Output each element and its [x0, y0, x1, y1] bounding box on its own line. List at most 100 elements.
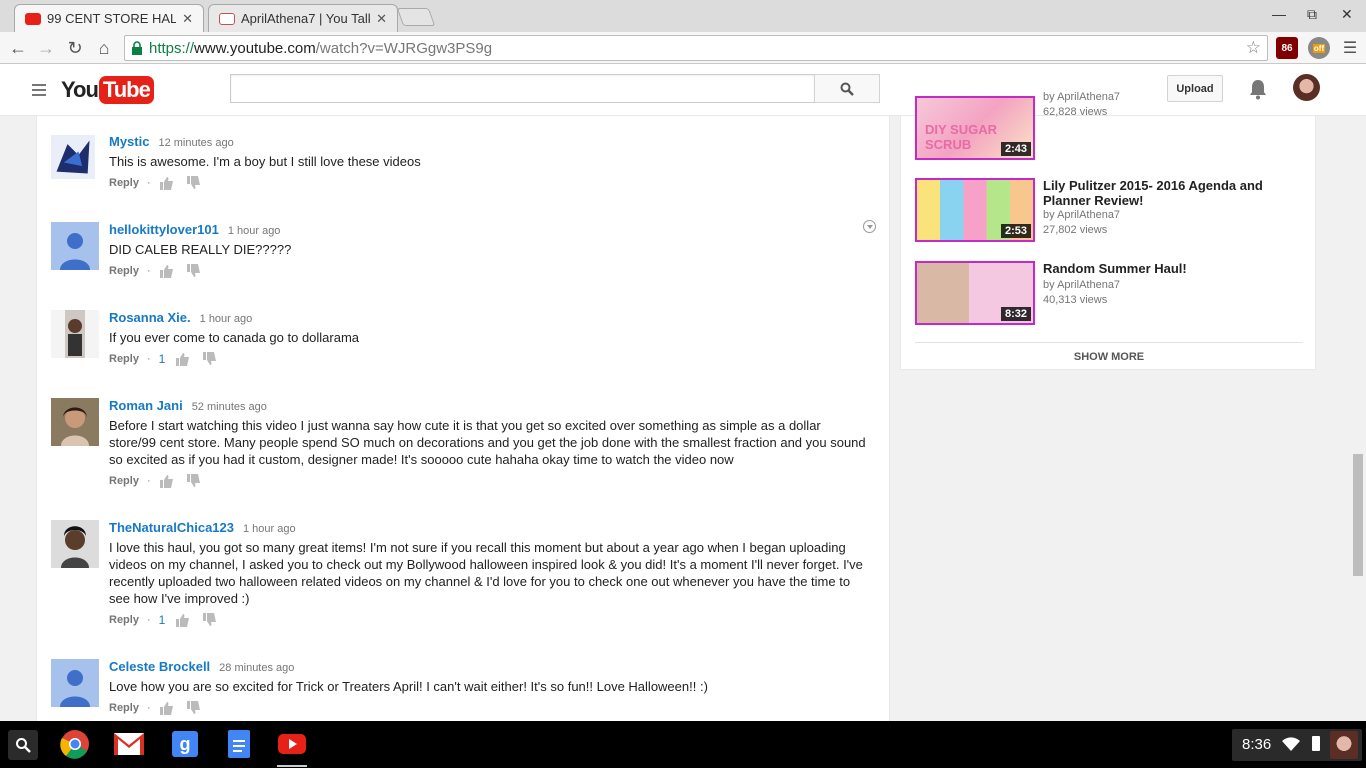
related-video-item[interactable]: DIY SUGAR SCRUB 2:43 by AprilAthena7 62,… — [915, 91, 1305, 162]
video-duration: 2:43 — [1000, 142, 1031, 156]
gmail-app-glyph — [114, 733, 144, 755]
search-icon — [840, 82, 854, 96]
bookmark-star-icon[interactable]: ☆ — [1246, 38, 1261, 58]
search-button[interactable] — [814, 74, 880, 103]
comments-section: Mystic 12 minutes ago This is awesome. I'… — [36, 116, 890, 721]
video-channel[interactable]: by AprilAthena7 — [1043, 208, 1293, 223]
docs-icon[interactable] — [224, 729, 254, 759]
comment-time[interactable]: 1 hour ago — [243, 523, 296, 535]
video-channel[interactable]: by AprilAthena7 — [1043, 90, 1293, 105]
comment-author[interactable]: Roman Jani — [109, 398, 183, 413]
avatar[interactable] — [51, 520, 99, 568]
youtube-favicon-icon — [25, 12, 41, 25]
comment-time[interactable]: 1 hour ago — [228, 225, 281, 237]
thumbs-down-icon[interactable] — [186, 701, 201, 715]
extension-off-icon[interactable]: off — [1308, 37, 1330, 59]
reload-icon[interactable]: ↻ — [63, 36, 87, 60]
thumbs-down-icon[interactable] — [202, 352, 217, 366]
status-tray[interactable]: 8:36 — [1232, 729, 1362, 761]
comment-text: If you ever come to canada go to dollara… — [109, 330, 360, 345]
show-more-button[interactable]: SHOW MORE — [915, 342, 1303, 363]
battery-icon — [1312, 736, 1320, 751]
comment-author[interactable]: Rosanna Xie. — [109, 310, 191, 325]
forward-icon[interactable]: → — [34, 36, 58, 60]
comment-time[interactable]: 52 minutes ago — [192, 401, 267, 413]
back-icon[interactable]: ← — [6, 36, 30, 60]
guide-menu-icon[interactable] — [32, 84, 46, 96]
browser-tab-strip: 99 CENT STORE HALLOWEEN ✕ AprilAthena7 |… — [0, 0, 1366, 32]
thumbs-up-icon[interactable] — [159, 176, 174, 190]
url-scheme: https:// — [149, 39, 195, 57]
video-thumbnail[interactable]: 2:53 — [915, 178, 1035, 242]
related-video-item[interactable]: 8:32 Random Summer Haul! by AprilAthena7… — [915, 261, 1305, 327]
scrollbar-thumb[interactable] — [1353, 454, 1363, 576]
avatar[interactable] — [51, 222, 99, 270]
chrome-menu-icon[interactable]: ☰ — [1338, 36, 1362, 60]
separator-dot: · — [146, 177, 151, 189]
thumbs-up-icon[interactable] — [159, 474, 174, 488]
video-title[interactable]: Lily Pulitzer 2015- 2016 Agenda and Plan… — [1043, 178, 1293, 208]
ublock-count: 86 — [1281, 42, 1293, 54]
comment-menu-icon[interactable] — [863, 220, 876, 233]
reply-button[interactable]: Reply — [109, 265, 139, 277]
gmail-icon[interactable] — [114, 729, 144, 759]
thumbs-up-icon[interactable] — [175, 613, 190, 627]
window-close-icon[interactable]: ✕ — [1341, 6, 1353, 23]
video-title[interactable]: Random Summer Haul! — [1043, 261, 1293, 276]
thumbs-down-icon[interactable] — [186, 264, 201, 278]
ublock-icon[interactable]: 86 — [1276, 37, 1298, 59]
launcher-search-icon[interactable] — [8, 730, 38, 760]
thumbs-up-icon[interactable] — [159, 701, 174, 715]
chrome-icon[interactable] — [60, 729, 90, 759]
google-search-icon[interactable]: g — [170, 729, 200, 759]
tab-youtube[interactable]: 99 CENT STORE HALLOWEEN ✕ — [14, 4, 204, 32]
video-views: 40,313 views — [1043, 294, 1108, 306]
separator-dot: · — [146, 353, 151, 365]
thumbs-down-icon[interactable] — [202, 613, 217, 627]
related-video-item[interactable]: 2:53 Lily Pulitzer 2015- 2016 Agenda and… — [915, 178, 1305, 244]
separator-dot: · — [146, 702, 151, 714]
comment-text: Love how you are so excited for Trick or… — [109, 679, 708, 694]
url-path: /watch?v=WJRGgw3PS9g — [315, 39, 493, 57]
search-input[interactable] — [230, 74, 815, 103]
google-g-glyph: g — [172, 731, 198, 757]
video-thumbnail[interactable]: 8:32 — [915, 261, 1035, 325]
comment-author[interactable]: hellokittylover101 — [109, 222, 219, 237]
reply-button[interactable]: Reply — [109, 702, 139, 714]
thumbs-down-icon[interactable] — [186, 176, 201, 190]
video-duration: 2:53 — [1000, 224, 1031, 238]
thumbs-down-icon[interactable] — [186, 474, 201, 488]
video-channel[interactable]: by AprilAthena7 — [1043, 278, 1293, 293]
reply-button[interactable]: Reply — [109, 353, 139, 365]
page-scrollbar[interactable] — [1350, 116, 1366, 721]
maximize-icon[interactable]: ⧉ — [1307, 6, 1317, 23]
comment-author[interactable]: Mystic — [109, 134, 149, 149]
comment-time[interactable]: 1 hour ago — [200, 313, 253, 325]
reply-button[interactable]: Reply — [109, 475, 139, 487]
like-count: 1 — [158, 613, 166, 627]
comment-author[interactable]: Celeste Brockell — [109, 659, 210, 674]
new-tab-button[interactable] — [396, 8, 436, 26]
close-icon[interactable]: ✕ — [182, 11, 193, 27]
close-icon[interactable]: ✕ — [376, 11, 387, 27]
comment-text: I love this haul, you got so many great … — [109, 540, 863, 606]
tab-aprilathena[interactable]: AprilAthena7 | You Talk To ✕ — [208, 4, 398, 32]
minimize-icon[interactable]: — — [1272, 6, 1286, 22]
reply-button[interactable]: Reply — [109, 177, 139, 189]
avatar[interactable] — [51, 135, 95, 179]
comment-time[interactable]: 12 minutes ago — [158, 137, 233, 149]
avatar[interactable] — [51, 310, 99, 358]
reply-button[interactable]: Reply — [109, 614, 139, 626]
avatar[interactable] — [51, 659, 99, 707]
comment-author[interactable]: TheNaturalChica123 — [109, 520, 234, 535]
avatar[interactable] — [51, 398, 99, 446]
comment-time[interactable]: 28 minutes ago — [219, 662, 294, 674]
video-thumbnail[interactable]: DIY SUGAR SCRUB 2:43 — [915, 96, 1035, 160]
address-bar[interactable]: https://www.youtube.com/watch?v=WJRGgw3P… — [124, 35, 1268, 61]
related-videos-panel: DIY SUGAR SCRUB 2:43 by AprilAthena7 62,… — [900, 91, 1316, 370]
home-icon[interactable]: ⌂ — [92, 36, 116, 60]
youtube-logo[interactable]: You Tube — [61, 74, 154, 106]
thumbs-up-icon[interactable] — [159, 264, 174, 278]
youtube-icon[interactable] — [277, 729, 307, 759]
thumbs-up-icon[interactable] — [175, 352, 190, 366]
